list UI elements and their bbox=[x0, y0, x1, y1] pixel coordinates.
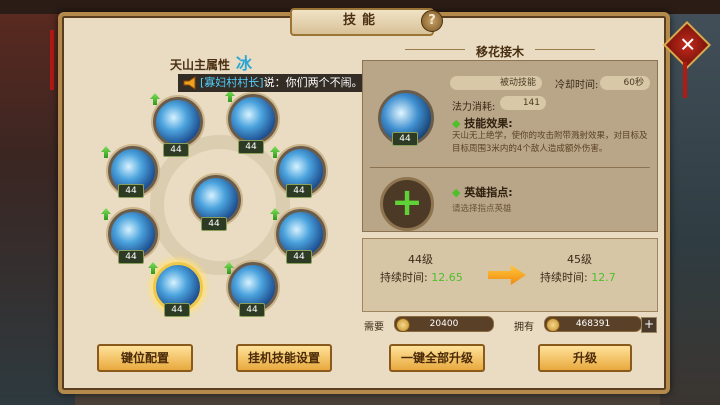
skill-level-badge: 44 bbox=[118, 250, 144, 264]
cooldown-value: 60秒 bbox=[600, 76, 650, 90]
coin-icon bbox=[546, 318, 560, 332]
effect-title: ◆ 技能效果: bbox=[452, 117, 513, 130]
upgrade-button[interactable]: 升级 bbox=[538, 344, 632, 372]
skill-type-pill: 被动技能 bbox=[450, 76, 542, 90]
mana-label: 法力消耗: bbox=[452, 102, 496, 113]
decor-tassel-right bbox=[683, 62, 687, 98]
hero-guide-add-button[interactable]: + bbox=[380, 177, 434, 231]
detail-level-badge: 44 bbox=[392, 132, 418, 146]
help-button[interactable]: ? bbox=[421, 10, 443, 32]
window-title: 技能 bbox=[290, 8, 434, 36]
skill-level-badge: 44 bbox=[163, 143, 189, 157]
effect-description: 天山无上绝学，使你的攻击附带溅射效果，对目标及目标周围3米内的4个敌人造成额外伤… bbox=[452, 131, 648, 154]
detail-divider bbox=[370, 167, 650, 168]
skill-level-badge: 44 bbox=[286, 184, 312, 198]
horn-icon bbox=[183, 76, 196, 90]
next-level: 45级 bbox=[567, 253, 592, 266]
skill-slot-2[interactable] bbox=[228, 94, 278, 144]
add-currency-button[interactable]: + bbox=[641, 317, 657, 333]
hero-guide-title: ◆ 英雄指点: bbox=[452, 186, 513, 199]
skill-slot-1[interactable] bbox=[153, 97, 203, 147]
cost-need-label: 需要 bbox=[364, 322, 384, 333]
skill-level-badge: 44 bbox=[238, 140, 264, 154]
next-duration: 持续时间: 12.7 bbox=[540, 271, 616, 284]
close-icon: ✕ bbox=[679, 32, 697, 57]
announcement-speaker[interactable]: [寡妇村村长] bbox=[200, 76, 264, 89]
cost-have-label: 拥有 bbox=[514, 322, 534, 333]
idle-skill-settings-button[interactable]: 挂机技能设置 bbox=[236, 344, 332, 372]
coin-icon bbox=[396, 318, 410, 332]
skill-level-badge: 44 bbox=[201, 217, 227, 231]
cooldown-label: 冷却时间: bbox=[555, 80, 599, 91]
plus-icon: + bbox=[391, 180, 423, 224]
skill-level-badge: 44 bbox=[164, 303, 190, 317]
current-duration: 持续时间: 12.65 bbox=[380, 271, 463, 284]
skill-level-badge: 44 bbox=[286, 250, 312, 264]
attribute-value: 冰 bbox=[236, 54, 253, 73]
title-divider-right bbox=[535, 49, 595, 50]
skill-level-badge: 44 bbox=[118, 184, 144, 198]
detail-skill-name: 移花接木 bbox=[476, 45, 525, 59]
attribute-label: 天山主属性冰 bbox=[170, 54, 253, 73]
mana-value: 141 bbox=[500, 96, 546, 110]
skill-level-badge: 44 bbox=[239, 303, 265, 317]
hero-guide-description: 请选择指点英雄 bbox=[452, 204, 512, 214]
keybind-config-button[interactable]: 键位配置 bbox=[97, 344, 193, 372]
upgrade-all-button[interactable]: 一键全部升级 bbox=[389, 344, 485, 372]
current-level: 44级 bbox=[408, 253, 433, 266]
decor-tassel-left bbox=[50, 30, 54, 90]
title-divider-left bbox=[405, 49, 465, 50]
